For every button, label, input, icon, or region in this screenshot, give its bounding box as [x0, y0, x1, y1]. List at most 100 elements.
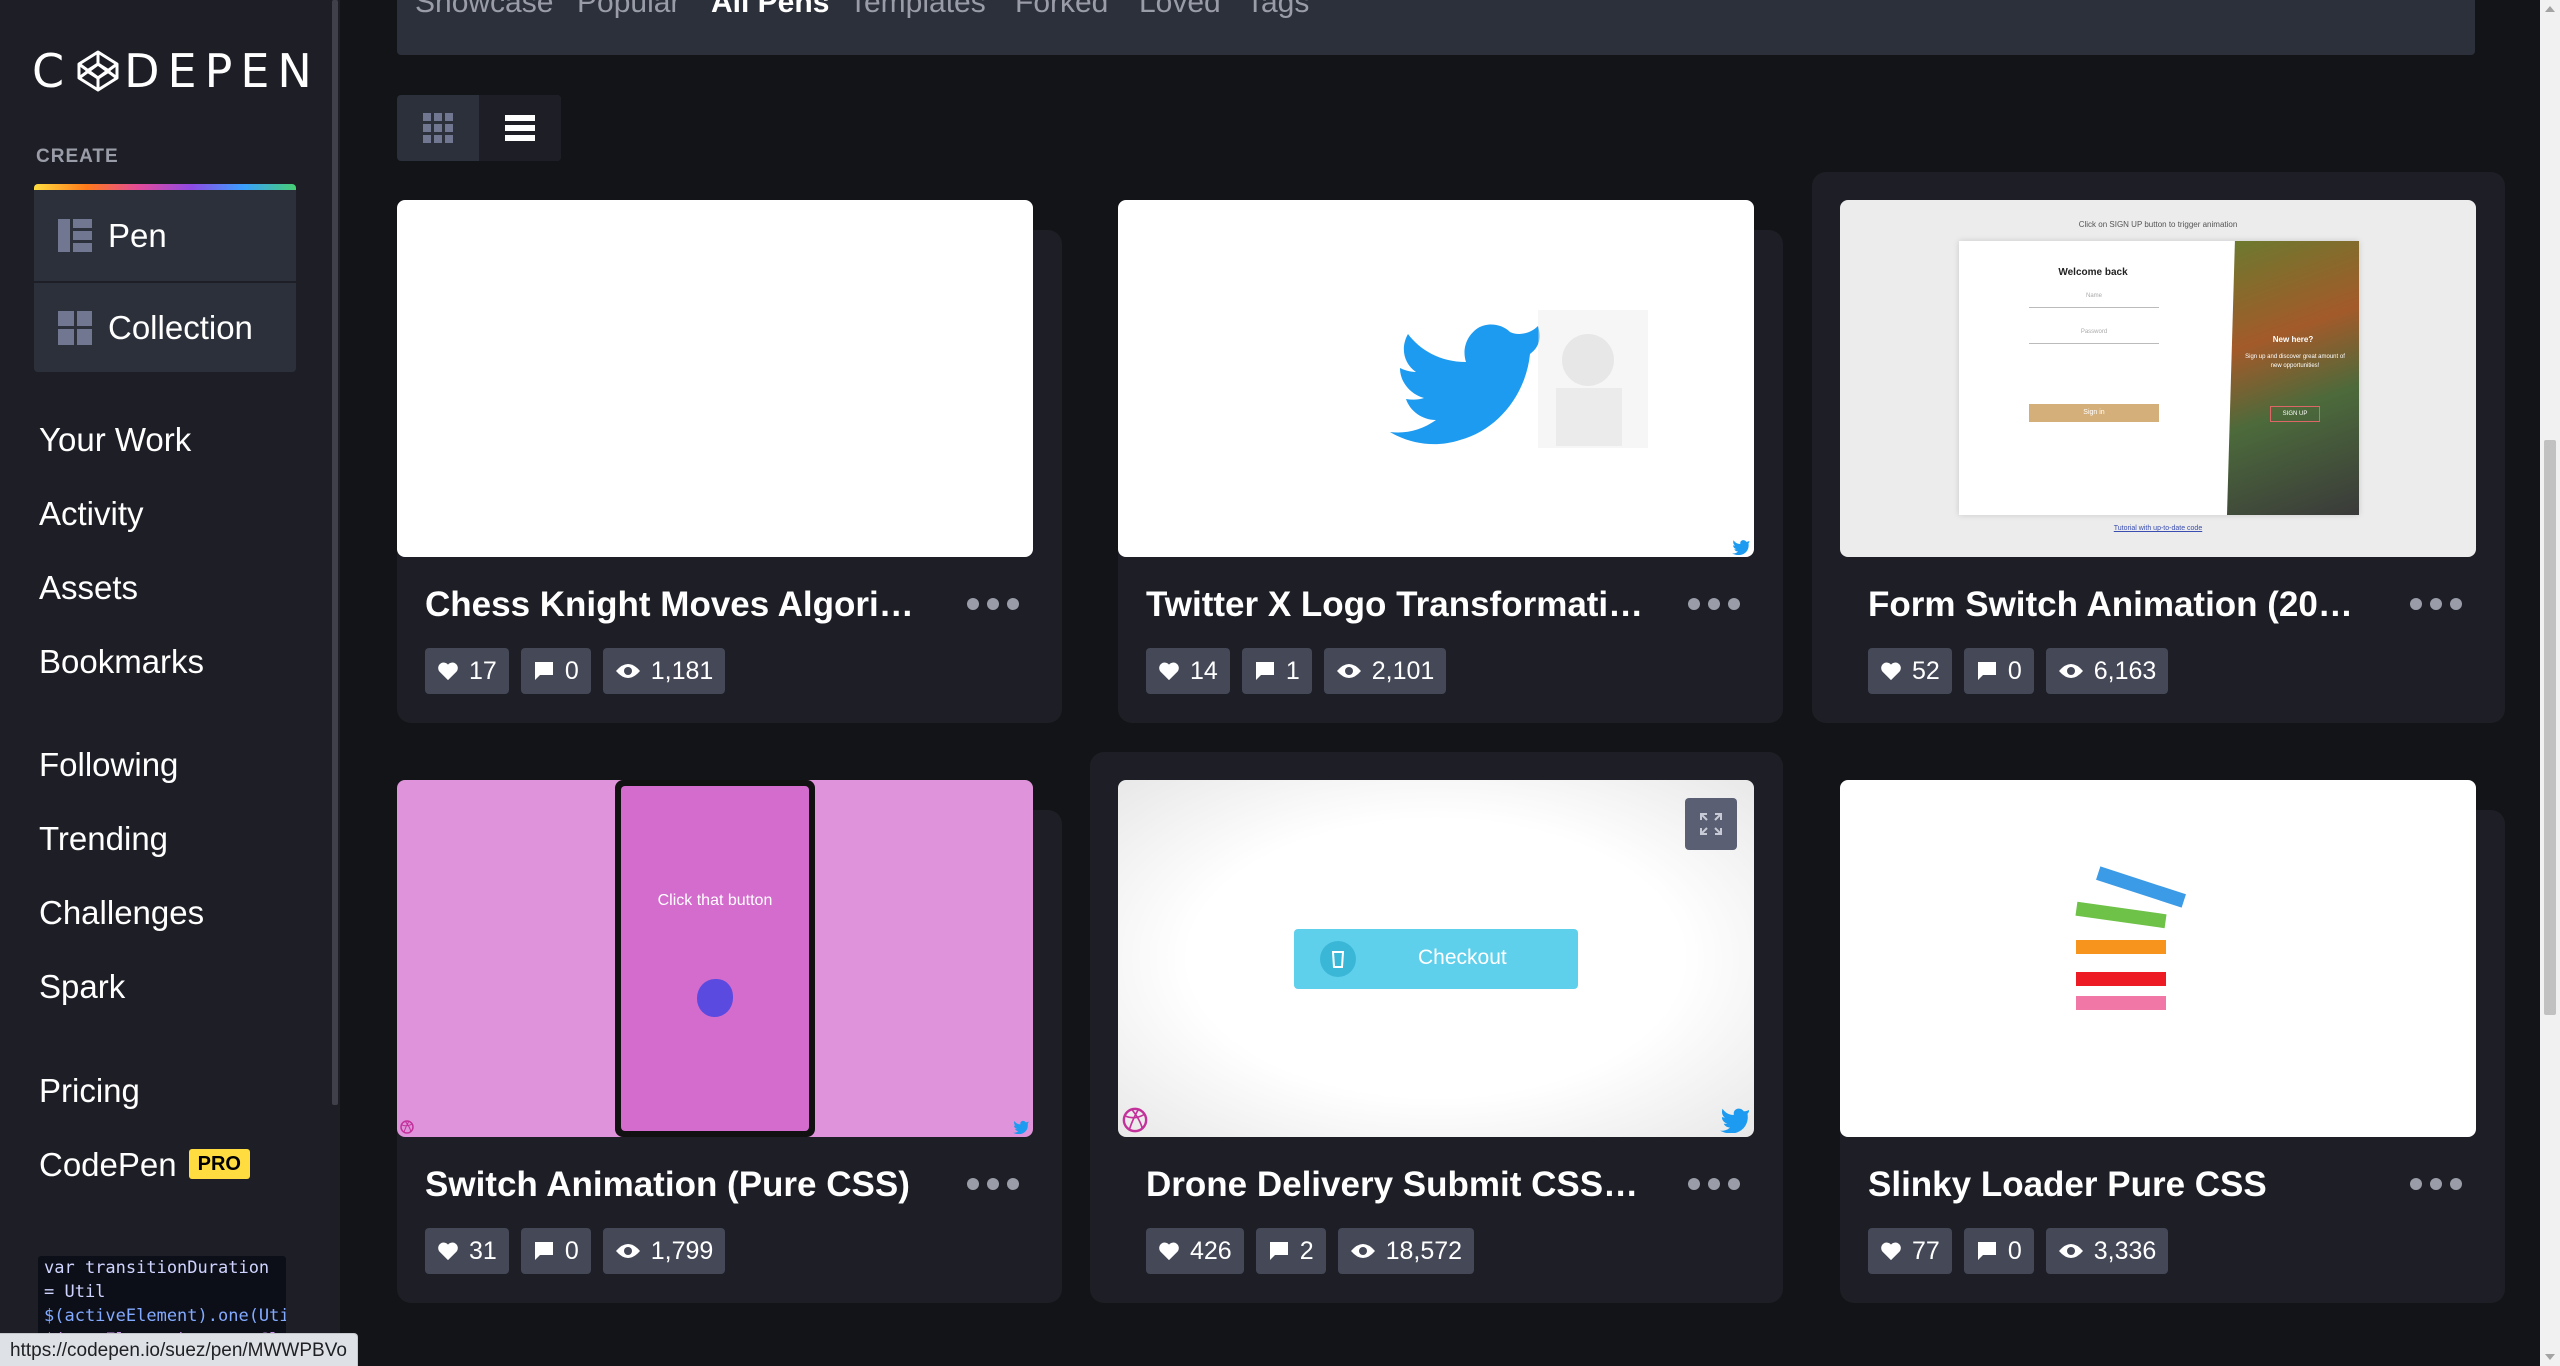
eye-icon [615, 1244, 640, 1258]
comment-button[interactable]: 2 [1255, 1228, 1326, 1274]
more-options-button[interactable] [967, 597, 1019, 611]
checkout-button-preview: Checkout [1294, 929, 1578, 989]
views-stat[interactable]: 1,799 [602, 1228, 726, 1274]
tab-showcase[interactable]: Showcase [415, 0, 553, 20]
pen-stats: 17 0 1,181 [425, 648, 726, 694]
nav-following[interactable]: Following [39, 728, 204, 802]
image-panel-preview: New here? Sign up and discover great amo… [2227, 241, 2359, 515]
pen-title[interactable]: Chess Knight Moves Algorithm... [425, 585, 925, 625]
nav-challenges[interactable]: Challenges [39, 876, 204, 950]
more-options-button[interactable] [1688, 1177, 1740, 1191]
like-button[interactable]: 17 [425, 648, 509, 694]
more-options-button[interactable] [1688, 597, 1740, 611]
pen-card[interactable]: Slinky Loader Pure CSS 77 0 3,336 [1840, 780, 2476, 1274]
sidebar-scrollbar[interactable] [330, 0, 340, 1366]
views-stat[interactable]: 3,336 [2045, 1228, 2169, 1274]
twitter-icon [1732, 540, 1750, 555]
sidebar: C DEPEN CREATE Pen Collection Your Work … [0, 0, 330, 1366]
grid-view-button[interactable] [397, 95, 479, 161]
nav-your-work[interactable]: Your Work [39, 403, 204, 477]
pen-title[interactable]: Slinky Loader Pure CSS [1868, 1165, 2368, 1205]
welcome-back-text: Welcome back [2058, 267, 2128, 278]
like-button[interactable]: 52 [1868, 648, 1952, 694]
pen-card[interactable]: Click that button Switch Animation (Pure… [397, 780, 1033, 1274]
nav-activity[interactable]: Activity [39, 477, 204, 551]
nav-bookmarks[interactable]: Bookmarks [39, 625, 204, 699]
like-button[interactable]: 77 [1868, 1228, 1952, 1274]
pen-title[interactable]: Switch Animation (Pure CSS) [425, 1165, 925, 1205]
more-options-button[interactable] [967, 1177, 1019, 1191]
comment-icon [1977, 1242, 1996, 1260]
pen-preview[interactable] [1118, 200, 1754, 557]
like-button[interactable]: 426 [1146, 1228, 1244, 1274]
comment-button[interactable]: 0 [520, 648, 591, 694]
scroll-up-arrow[interactable] [2545, 6, 2555, 12]
heart-icon [438, 662, 458, 681]
nav-trending[interactable]: Trending [39, 802, 204, 876]
tab-all-pens[interactable]: All Pens [711, 0, 829, 20]
comment-button[interactable]: 0 [1963, 648, 2034, 694]
like-count: 31 [469, 1236, 497, 1265]
tab-loved[interactable]: Loved [1139, 0, 1221, 20]
pen-card[interactable]: Chess Knight Moves Algorithm... 17 0 1,1… [397, 200, 1033, 694]
comment-count: 1 [1285, 656, 1300, 685]
view-count: 1,799 [650, 1236, 714, 1265]
scroll-down-arrow[interactable] [2545, 1354, 2555, 1360]
code-line: $(activeElement).one(Util.TR [44, 1306, 286, 1326]
tab-templates[interactable]: Templates [849, 0, 986, 20]
expand-icon [1700, 813, 1722, 835]
more-options-button[interactable] [2410, 1177, 2462, 1191]
tab-popular[interactable]: Popular [577, 0, 680, 20]
click-that-button-text: Click that button [657, 892, 773, 909]
pen-title[interactable]: Drone Delivery Submit CSS An... [1146, 1165, 1646, 1205]
pen-preview[interactable] [397, 200, 1033, 557]
pen-title[interactable]: Form Switch Animation (2023) [1868, 585, 2368, 625]
like-count: 14 [1190, 656, 1218, 685]
comment-button[interactable]: 0 [1963, 1228, 2034, 1274]
create-collection-label: Collection [108, 308, 253, 346]
pen-preview[interactable]: Click that button [397, 780, 1033, 1137]
nav-assets[interactable]: Assets [39, 551, 204, 625]
list-view-button[interactable] [479, 95, 561, 161]
page-scrollbar[interactable] [2540, 0, 2560, 1366]
comment-button[interactable]: 1 [1241, 648, 1312, 694]
pen-preview[interactable] [1840, 780, 2476, 1137]
pen-card[interactable]: Twitter X Logo Transformation 14 1 2,101 [1118, 200, 1754, 694]
view-count: 6,163 [2093, 656, 2157, 685]
views-stat[interactable]: 1,181 [602, 648, 726, 694]
pen-preview[interactable]: Click on SIGN UP button to trigger anima… [1840, 200, 2476, 557]
create-pen-button[interactable]: Pen [34, 190, 296, 281]
tab-forked[interactable]: Forked [1015, 0, 1108, 20]
like-button[interactable]: 31 [425, 1228, 509, 1274]
pen-title[interactable]: Twitter X Logo Transformation [1146, 585, 1646, 625]
comment-button[interactable]: 0 [520, 1228, 591, 1274]
create-label: CREATE [36, 146, 119, 167]
views-stat[interactable]: 2,101 [1323, 648, 1447, 694]
like-count: 17 [469, 656, 497, 685]
eye-icon [615, 664, 640, 678]
twitter-bird-illustration [1390, 310, 1648, 448]
checkout-label-preview: Checkout [1418, 946, 1507, 969]
expand-button[interactable] [1685, 798, 1737, 850]
views-stat[interactable]: 18,572 [1337, 1228, 1475, 1274]
create-collection-button[interactable]: Collection [34, 281, 296, 372]
like-button[interactable]: 14 [1146, 648, 1230, 694]
phone-frame-preview: Click that button [615, 780, 815, 1137]
comment-icon [1269, 1242, 1288, 1260]
codepen-logo[interactable]: C DEPEN [32, 44, 320, 98]
pen-card[interactable]: Click on SIGN UP button to trigger anima… [1840, 200, 2476, 694]
nav-spark[interactable]: Spark [39, 950, 204, 1024]
tab-tags[interactable]: Tags [1246, 0, 1309, 20]
nav-pricing[interactable]: Pricing [39, 1054, 250, 1128]
view-count: 1,181 [650, 656, 714, 685]
pen-card[interactable]: Checkout Drone Delivery Submit CSS An...… [1118, 780, 1754, 1274]
views-stat[interactable]: 6,163 [2045, 648, 2169, 694]
comment-icon [534, 1242, 553, 1260]
new-here-text: New here? [2272, 335, 2314, 344]
nav-codepen-pro[interactable]: CodePen PRO [39, 1128, 250, 1202]
scrollbar-thumb[interactable] [2544, 440, 2556, 1015]
pen-preview[interactable]: Checkout [1118, 780, 1754, 1137]
more-options-button[interactable] [2410, 597, 2462, 611]
blob-button-preview [697, 979, 733, 1017]
name-field-preview: Name [2029, 293, 2159, 308]
